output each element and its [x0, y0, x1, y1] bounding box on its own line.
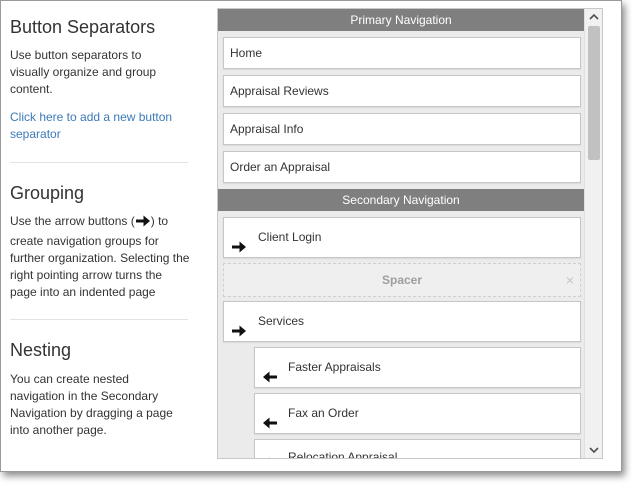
section-divider	[10, 319, 188, 320]
right-arrow-icon[interactable]	[231, 315, 247, 336]
nav-item-label: Relocation Appraisal	[288, 450, 398, 458]
primary-nav-item[interactable]: Appraisal Reviews	[223, 75, 581, 107]
scroll-thumb[interactable]	[588, 26, 600, 160]
grouping-title: Grouping	[10, 183, 85, 203]
primary-nav-item[interactable]: Order an Appraisal	[223, 151, 581, 183]
nav-item-label: Client Login	[258, 230, 322, 244]
spacer-label: Spacer	[381, 273, 423, 287]
button-separators-title: Button Separators	[10, 17, 156, 37]
left-arrow-icon[interactable]	[262, 449, 278, 458]
scroll-up-button[interactable]	[585, 9, 602, 25]
vertical-scrollbar[interactable]	[584, 9, 602, 458]
spacer-item[interactable]: Spacer ×	[223, 263, 581, 297]
left-arrow-icon[interactable]	[262, 407, 278, 428]
right-arrow-icon	[135, 214, 151, 233]
secondary-nav-item[interactable]: Services	[223, 301, 581, 342]
left-arrow-icon[interactable]	[262, 361, 278, 382]
nested-nav-item[interactable]: Fax an Order	[254, 393, 581, 434]
nav-item-label: Appraisal Info	[230, 122, 304, 136]
scroll-down-button[interactable]	[585, 442, 602, 458]
nav-item-label: Services	[258, 314, 305, 328]
nav-item-label: Appraisal Reviews	[230, 84, 329, 98]
secondary-navigation-header: Secondary Navigation	[218, 189, 584, 211]
navigation-panel: Primary Navigation Home Appraisal Review…	[217, 8, 603, 459]
nav-item-label: Faster Appraisals	[288, 360, 381, 374]
nav-item-label: Home	[230, 46, 263, 60]
primary-nav-item[interactable]: Appraisal Info	[223, 113, 581, 145]
nesting-title: Nesting	[10, 340, 72, 360]
nested-nav-item[interactable]: Faster Appraisals	[254, 347, 581, 388]
nesting-text: You can create nested navigation in the …	[10, 372, 173, 437]
chevron-down-icon	[589, 447, 599, 454]
primary-navigation-header: Primary Navigation	[218, 9, 584, 31]
secondary-nav-item[interactable]: Client Login	[223, 217, 581, 258]
right-arrow-icon[interactable]	[231, 231, 247, 252]
close-icon[interactable]: ×	[566, 264, 574, 296]
nav-item-label: Fax an Order	[288, 406, 359, 420]
navigation-list: Primary Navigation Home Appraisal Review…	[218, 9, 584, 458]
grouping-text-before: Use the arrow buttons (	[10, 214, 135, 228]
add-button-separator-link[interactable]: Click here to add a new button separator	[10, 109, 188, 143]
grouping-text: Use the arrow buttons () to create navig…	[10, 213, 190, 301]
nested-nav-item[interactable]: Relocation Appraisal	[254, 439, 581, 458]
section-divider	[10, 162, 188, 163]
nav-item-label: Order an Appraisal	[230, 160, 331, 174]
button-separators-text: Use button separators to visually organi…	[10, 48, 157, 96]
primary-nav-item[interactable]: Home	[223, 37, 581, 69]
app-window: Button Separators Use button separators …	[0, 0, 622, 472]
chevron-up-icon	[589, 13, 599, 20]
